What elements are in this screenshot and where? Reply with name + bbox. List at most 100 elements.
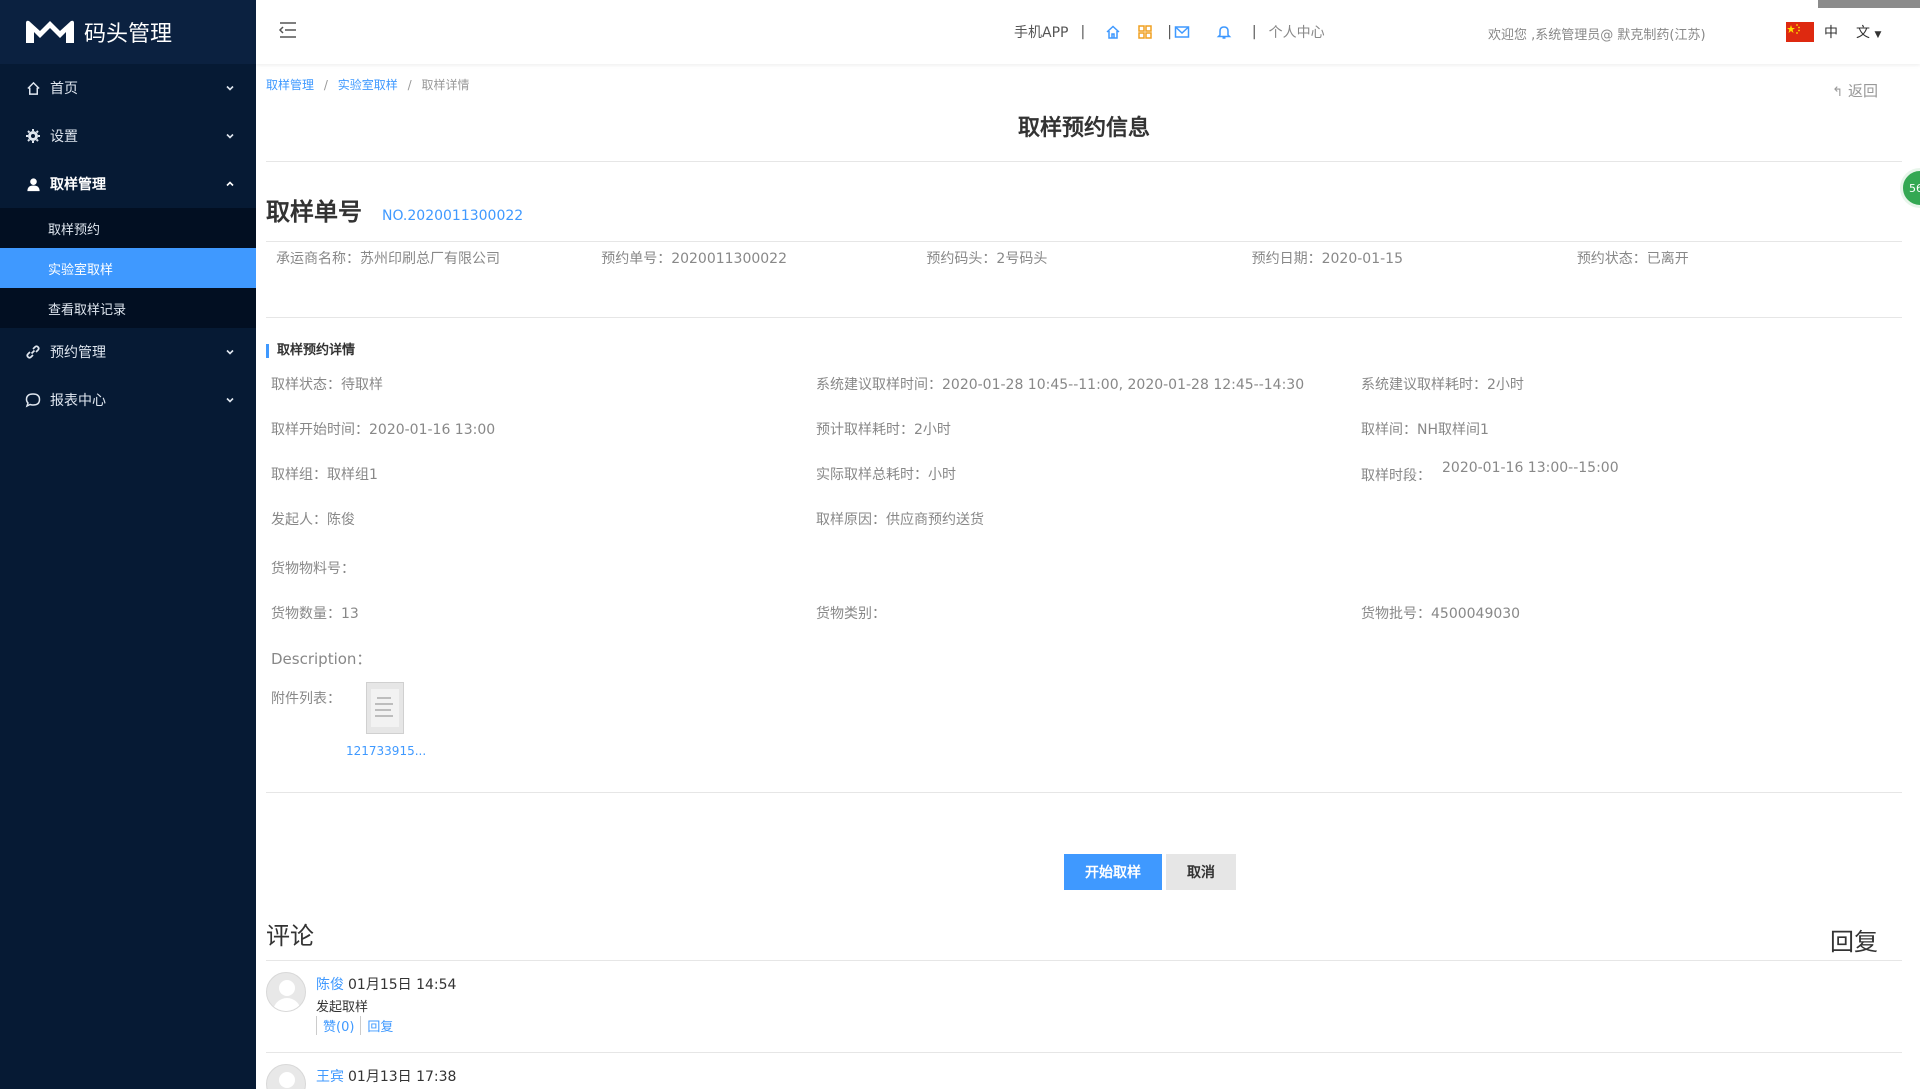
attachments-label: 附件列表： [271,691,341,707]
menu-fold-icon[interactable] [278,20,298,40]
user-icon [24,175,42,193]
top-right-strip [1818,0,1920,8]
reservation-status: 预约状态：已离开 [1576,251,1689,267]
language-switch-label: 文 [1856,25,1870,41]
sidebar-subnav: 取样预约 实验室取样 查看取样记录 [0,208,256,328]
order-title: 取样单号 [266,198,362,226]
logo-text: 码头管理 [84,22,173,47]
chevron-down-icon [226,349,234,355]
home-icon [24,79,42,97]
bell-icon[interactable] [1216,24,1232,40]
doc-line [375,703,393,705]
language-switch[interactable]: 文 ▼ [1856,22,1881,42]
breadcrumb-sampling-management[interactable]: 取样管理 [266,78,314,92]
sidebar-item-label: 首页 [50,81,78,97]
separator: | [1080,24,1086,40]
sidebar-subitem-sampling-records[interactable]: 查看取样记录 [0,288,256,328]
sidebar-item-reports[interactable]: 报表中心 [0,376,256,424]
divider [266,1052,1902,1053]
comment-item: 王宾 01月13日 17:38 [266,1064,1902,1089]
attachment-thumbnail[interactable] [366,682,404,734]
divider [266,161,1902,162]
china-flag-icon[interactable] [1786,22,1814,42]
avatar-head [279,1072,295,1088]
description-label: Description： [271,650,372,668]
avatar-head [279,980,295,996]
divider [266,241,1902,242]
document-icon [371,689,399,727]
chevron-up-icon [226,181,234,187]
start-sampling-button[interactable]: 开始取样 [1064,854,1162,890]
chevron-down-icon [226,85,234,91]
sidebar-item-sampling[interactable]: 取样管理 [0,160,256,208]
sidebar-item-reservation[interactable]: 预约管理 [0,328,256,376]
goods-category: 货物类别： [816,606,886,622]
section-title: 取样预约详情 [266,344,355,358]
sidebar-item-label: 设置 [50,129,78,145]
personal-center-link[interactable]: 个人中心 [1269,22,1325,42]
sampling-period-value: 2020-01-16 13:00--15:00 [1442,460,1619,476]
reply-button[interactable]: 回复 [1830,922,1878,957]
sidebar: 码头管理 首页 设置 取样管理 取样预约 实验室取样 查看取样记录 预约管理 报… [0,0,256,1089]
cancel-button[interactable]: 取消 [1166,854,1236,890]
separator: | [1251,24,1257,40]
comment-author[interactable]: 陈俊 [316,974,344,994]
grid-icon[interactable] [1137,24,1153,40]
avatar-body [273,998,301,1011]
mobile-app-link[interactable]: 手机APP [1014,22,1068,42]
sidebar-item-label: 预约管理 [50,345,106,361]
comment-time: 01月13日 17:38 [348,1069,457,1085]
sidebar-item-home[interactable]: 首页 [0,64,256,112]
app-root: 码头管理 首页 设置 取样管理 取样预约 实验室取样 查看取样记录 预约管理 报… [0,0,1920,1089]
sampling-start-time: 取样开始时间：2020-01-16 13:00 [271,422,496,438]
comment-reply-button[interactable]: 回复 [360,1016,399,1035]
breadcrumb-lab-sampling[interactable]: 实验室取样 [338,78,398,92]
breadcrumb-separator: / [323,78,328,92]
avatar [266,1064,306,1089]
sampling-reason: 取样原因：供应商预约送货 [816,512,984,528]
separator: | [1167,24,1172,40]
reservation-dock: 预约码头：2号码头 [926,251,1048,267]
caret-down-icon: ▼ [1874,30,1882,40]
floating-badge[interactable]: 56 [1900,168,1920,208]
page-title: 取样预约信息 [1017,116,1150,141]
suggested-sampling-time: 系统建议取样时间：2020-01-28 10:45--11:00, 2020-0… [816,377,1305,393]
doc-line [375,715,393,717]
doc-line [375,709,391,711]
carrier-name: 承运商名称：苏州印刷总厂有限公司 [276,251,500,267]
comment-author[interactable]: 王宾 [316,1066,344,1086]
chat-icon [24,391,42,409]
sampling-room: 取样间：NH取样间1 [1361,422,1489,438]
sidebar-subitem-lab-sampling[interactable]: 实验室取样 [0,248,256,288]
like-button[interactable]: 赞(0) [316,1016,360,1035]
logo[interactable]: 码头管理 [0,0,256,64]
top-bar: 手机APP | | | 个人中心 欢迎您 ,系统管理员@ 默克制药(江苏) 中 … [256,0,1920,64]
welcome-text: 欢迎您 ,系统管理员@ 默克制药(江苏) [1488,28,1706,43]
sidebar-item-label: 取样管理 [50,177,106,193]
chevron-down-icon [226,397,234,403]
divider [266,792,1902,793]
material-number: 货物物料号： [271,561,355,577]
order-number: NO.2020011300022 [382,208,524,224]
language-current[interactable]: 中 [1824,22,1838,42]
chevron-down-icon [226,133,234,139]
mail-icon[interactable] [1174,24,1190,40]
sidebar-item-settings[interactable]: 设置 [0,112,256,160]
back-button[interactable]: ↰ 返回 [1832,80,1878,101]
home-icon[interactable] [1105,24,1121,40]
suggested-sampling-duration: 系统建议取样耗时：2小时 [1361,377,1524,393]
comment-item: 陈俊 01月15日 14:54 发起取样 赞(0) 回复 [266,972,1902,1035]
divider [266,960,1902,961]
sampling-status: 取样状态：待取样 [271,377,383,393]
top-nav: 手机APP | | | 个人中心 [1014,0,1325,64]
logo-m-icon [26,20,74,43]
expected-sampling-duration: 预计取样耗时：2小时 [816,422,951,438]
sampling-group: 取样组：取样组1 [271,467,378,483]
breadcrumb-current: 取样详情 [421,78,470,92]
comments-title: 评论 [266,922,314,950]
attachment-name-link[interactable]: 121733915... [346,744,426,758]
breadcrumb: 取样管理 / 实验室取样 / 取样详情 [266,76,469,93]
sampling-period-label: 取样时段： [1361,468,1431,484]
sidebar-item-label: 报表中心 [50,393,106,409]
sidebar-subitem-sampling-reservation[interactable]: 取样预约 [0,208,256,248]
